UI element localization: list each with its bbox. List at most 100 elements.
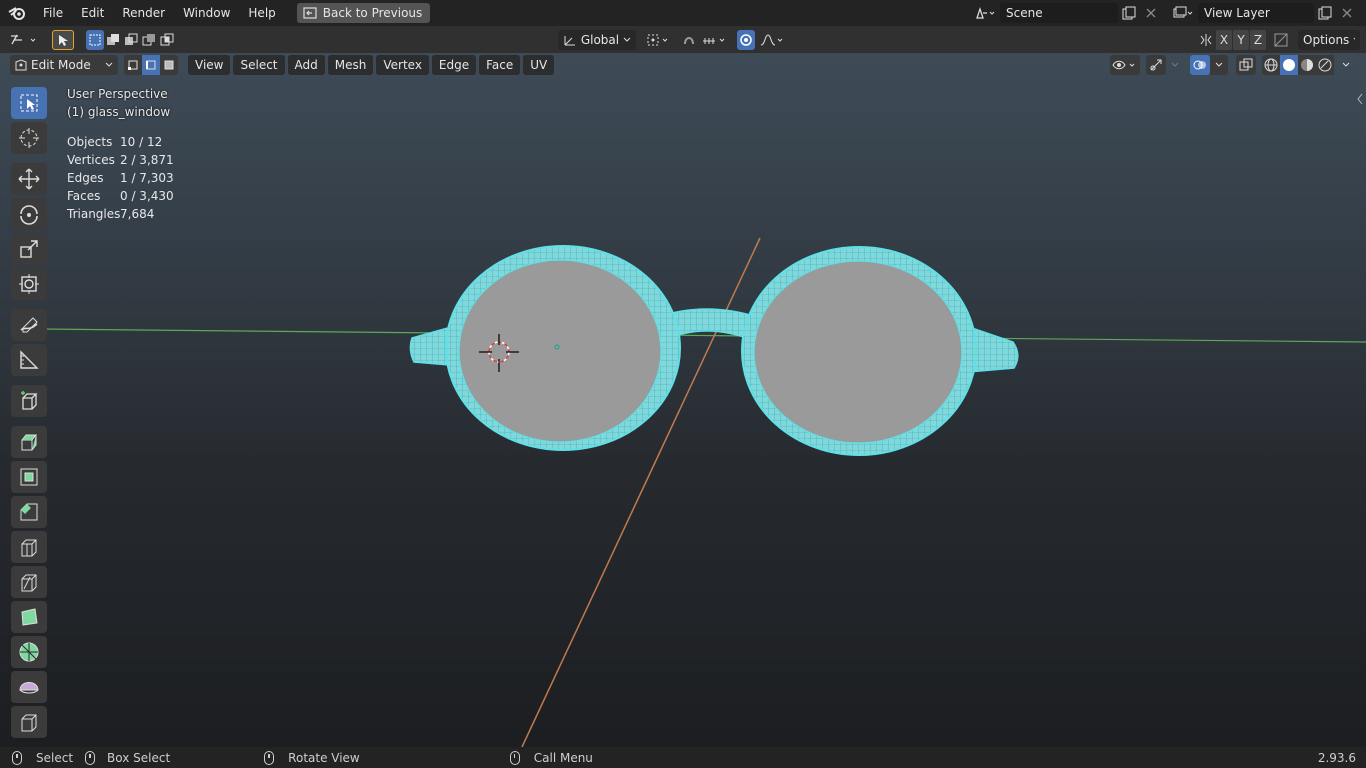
- status-bar: Select Box Select Rotate View Call Menu …: [0, 747, 1366, 768]
- editor-type-icon[interactable]: [8, 30, 40, 50]
- transform-orientation-label: Global: [580, 32, 620, 47]
- chevron-down-icon: [623, 37, 631, 42]
- scene-canvas[interactable]: [0, 53, 1366, 747]
- top-menu-bar: File Edit Render Window Help Back to Pre…: [0, 0, 1366, 26]
- scene-selector: Scene: [970, 3, 1162, 23]
- status-rotate-hint: Rotate View: [264, 750, 360, 765]
- tool-transform[interactable]: [11, 268, 47, 300]
- mirror-icon[interactable]: [1197, 30, 1215, 50]
- glasses-mesh[interactable]: [409, 245, 1019, 456]
- tool-extrude[interactable]: [11, 426, 47, 458]
- tool-cursor[interactable]: [11, 122, 47, 154]
- delete-view-layer-icon[interactable]: [1336, 3, 1358, 23]
- view-layer-selector: View Layer: [1168, 3, 1358, 23]
- transform-icon: [19, 274, 39, 294]
- mouse-middle-icon: [264, 750, 275, 765]
- scene-name-field[interactable]: Scene: [1000, 3, 1118, 23]
- snap-toggle-icon[interactable]: [679, 30, 699, 50]
- tool-bevel[interactable]: [11, 496, 47, 528]
- mouse-right-icon: [509, 750, 520, 765]
- scene-type-icon[interactable]: [970, 3, 1000, 23]
- view-layer-icon[interactable]: [1168, 3, 1198, 23]
- extrude-icon: [21, 434, 38, 451]
- status-call-menu-hint: Call Menu: [509, 750, 593, 765]
- select-tool-icon[interactable]: [52, 29, 74, 50]
- tool-loop-cut[interactable]: [11, 531, 47, 563]
- options-label: Options: [1303, 32, 1350, 47]
- select-mode-new-icon[interactable]: [86, 29, 104, 50]
- mirror-z-button[interactable]: Z: [1250, 29, 1266, 50]
- annotate-icon: [20, 317, 38, 333]
- mirror-y-button[interactable]: Y: [1233, 29, 1249, 50]
- auto-merge-icon[interactable]: [1272, 30, 1290, 50]
- loop-cut-icon: [21, 539, 37, 557]
- tool-annotate[interactable]: [11, 309, 47, 341]
- tool-edge-slide[interactable]: [11, 706, 47, 738]
- mouse-left-icon: [12, 750, 22, 765]
- falloff-icon[interactable]: [758, 30, 788, 50]
- transform-orientation-dropdown[interactable]: Global: [558, 29, 636, 50]
- measure-icon: [20, 350, 39, 369]
- knife-icon: [21, 574, 37, 592]
- tool-shelf: [8, 87, 50, 741]
- menu-help[interactable]: Help: [239, 0, 284, 26]
- move-icon: [18, 168, 40, 190]
- 3d-viewport[interactable]: Edit Mode View Select Add Mesh Vertex Ed…: [0, 53, 1366, 747]
- back-icon: [303, 7, 317, 19]
- status-call-menu-label: Call Menu: [533, 750, 593, 765]
- tool-smooth[interactable]: [11, 671, 47, 703]
- tool-measure[interactable]: [11, 344, 47, 376]
- mirror-x-button[interactable]: X: [1216, 29, 1232, 50]
- status-box-select-label: Box Select: [107, 750, 171, 765]
- tool-scale[interactable]: [11, 233, 47, 265]
- select-box-icon: [20, 94, 38, 112]
- status-box-select-hint: Box Select: [85, 750, 171, 765]
- bevel-icon: [20, 503, 38, 521]
- proportional-editing-icon[interactable]: [737, 29, 755, 50]
- select-mode-difference-icon[interactable]: [140, 30, 158, 50]
- select-mode-extend-icon[interactable]: [104, 30, 122, 50]
- snap-target-icon[interactable]: [700, 30, 730, 50]
- new-view-layer-icon[interactable]: [1314, 3, 1336, 23]
- menu-file[interactable]: File: [34, 0, 72, 26]
- pivot-point-icon[interactable]: [645, 30, 673, 50]
- back-to-previous-button[interactable]: Back to Previous: [296, 3, 431, 23]
- blender-logo-icon[interactable]: [0, 0, 34, 26]
- status-select-label: Select: [36, 750, 74, 765]
- rotate-icon: [20, 205, 38, 225]
- options-dropdown[interactable]: Options: [1298, 29, 1360, 50]
- tool-knife[interactable]: [11, 566, 47, 598]
- select-mode-intersect-icon[interactable]: [158, 30, 176, 50]
- tool-inset[interactable]: [11, 461, 47, 493]
- menu-window[interactable]: Window: [174, 0, 239, 26]
- delete-scene-icon[interactable]: [1140, 3, 1162, 23]
- chevron-down-icon: [1353, 37, 1355, 39]
- tool-select-box[interactable]: [11, 87, 47, 119]
- inset-icon: [20, 468, 38, 486]
- view-layer-name-field[interactable]: View Layer: [1198, 3, 1314, 23]
- tool-settings-bar: Global X Y Z Options: [0, 26, 1366, 53]
- smooth-icon: [19, 682, 39, 694]
- tool-poly-build[interactable]: [11, 601, 47, 633]
- new-scene-icon[interactable]: [1118, 3, 1140, 23]
- sidebar-toggle-icon[interactable]: [1356, 93, 1364, 105]
- poly-build-icon: [21, 608, 38, 626]
- status-select-hint: Select: [12, 750, 74, 765]
- tool-spin[interactable]: [11, 636, 47, 668]
- tool-rotate[interactable]: [11, 198, 47, 230]
- edge-slide-icon: [21, 714, 37, 732]
- spin-icon: [19, 642, 39, 662]
- menu-render[interactable]: Render: [113, 0, 174, 26]
- cursor-icon: [19, 128, 39, 148]
- tool-move[interactable]: [11, 163, 47, 195]
- scale-icon: [20, 240, 38, 258]
- right-lens: [753, 260, 963, 444]
- back-to-previous-label: Back to Previous: [322, 6, 423, 20]
- add-cube-icon: [21, 391, 38, 410]
- orientation-icon: [564, 35, 575, 45]
- menu-edit[interactable]: Edit: [72, 0, 113, 26]
- select-mode-subtract-icon[interactable]: [122, 30, 140, 50]
- status-rotate-label: Rotate View: [288, 750, 360, 765]
- tool-add-cube[interactable]: [11, 385, 47, 417]
- version-label: 2.93.6: [1317, 750, 1356, 765]
